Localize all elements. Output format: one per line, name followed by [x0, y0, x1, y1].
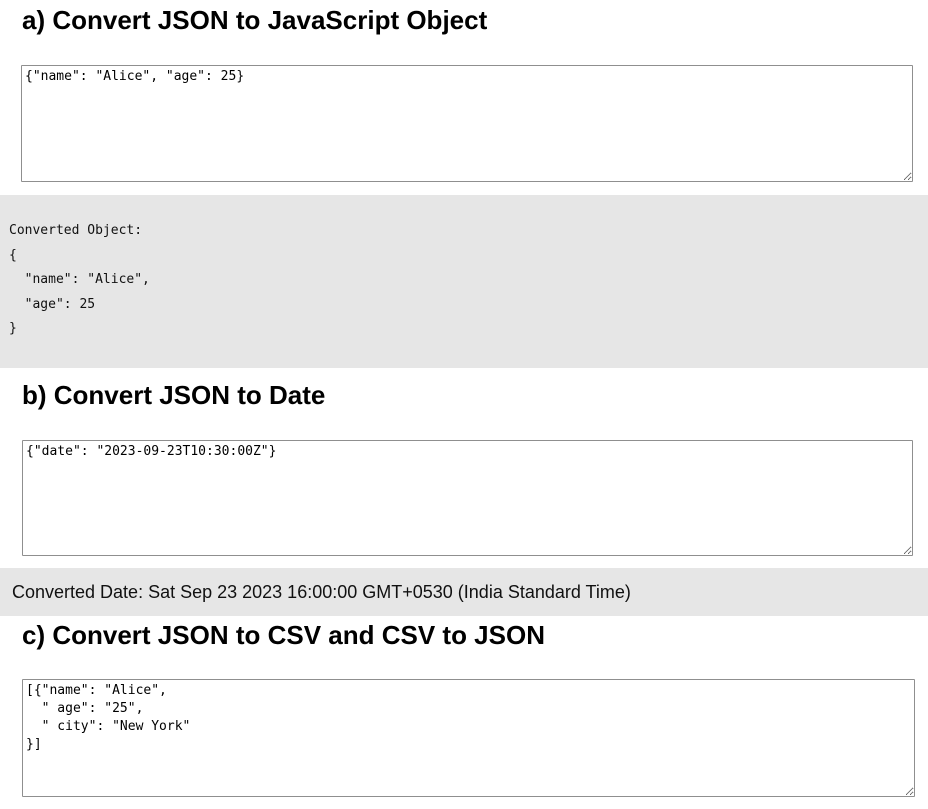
page: a) Convert JSON to JavaScript Object {"n… [0, 0, 928, 809]
section-b-heading: b) Convert JSON to Date [22, 380, 326, 410]
converted-object-output: Converted Object: { "name": "Alice", "ag… [0, 195, 928, 368]
section-c-heading: c) Convert JSON to CSV and CSV to JSON [22, 620, 545, 650]
json-date-input[interactable]: {"date": "2023-09-23T10:30:00Z"} [22, 440, 913, 556]
json-object-input[interactable]: {"name": "Alice", "age": 25} [21, 65, 913, 182]
converted-date-output: Converted Date: Sat Sep 23 2023 16:00:00… [0, 568, 928, 616]
converted-object-label: Converted Object: [9, 223, 143, 238]
json-csv-input[interactable]: [{"name": "Alice", " age": "25", " city"… [22, 679, 915, 797]
converted-date-text: Converted Date: Sat Sep 23 2023 16:00:00… [12, 582, 631, 602]
converted-object-body: { "name": "Alice", "age": 25 } [9, 247, 150, 337]
section-a-heading: a) Convert JSON to JavaScript Object [22, 5, 488, 35]
